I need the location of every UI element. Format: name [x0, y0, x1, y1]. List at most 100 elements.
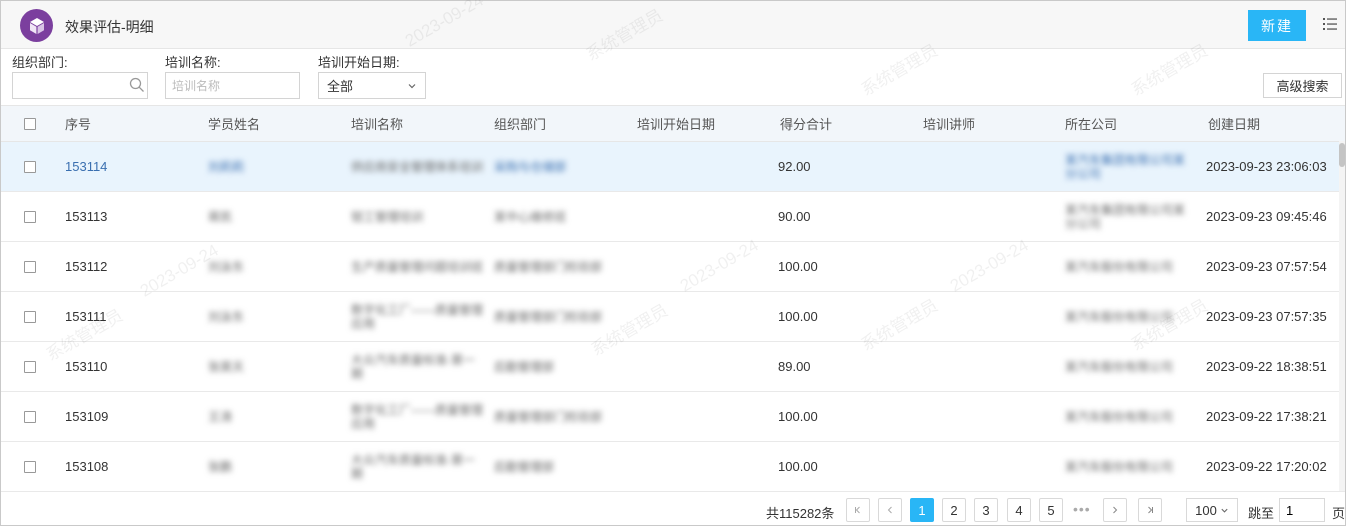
- row-company[interactable]: 某汽车集团有限公司某分公司: [1065, 153, 1193, 181]
- row-score: 100.00: [778, 459, 818, 474]
- column-header[interactable]: 所在公司: [1065, 106, 1117, 141]
- row-dept: 质量管理部门检验部: [494, 409, 603, 424]
- page-button-2[interactable]: 2: [942, 498, 966, 522]
- search-icon[interactable]: [129, 77, 145, 93]
- row-training: 供应商安全管理体系培训: [351, 159, 484, 174]
- table-header: 序号 学员姓名 培训名称 组织部门 培训开始日期 得分合计 培训讲师 所在公司 …: [1, 105, 1345, 142]
- list-menu-icon[interactable]: [1321, 15, 1339, 33]
- row-dept: 质量管理部门检验部: [494, 309, 603, 324]
- row-training: 生产质量管理问题培训班: [351, 259, 484, 274]
- row-created: 2023-09-23 23:06:03: [1206, 159, 1327, 174]
- row-score: 100.00: [778, 309, 818, 324]
- column-header[interactable]: 创建日期: [1208, 106, 1260, 141]
- row-dept[interactable]: 采购与仓储部: [494, 160, 566, 174]
- row-checkbox[interactable]: [24, 410, 36, 423]
- app-header: 效果评估-明细 新建: [1, 1, 1345, 49]
- row-created: 2023-09-22 17:38:21: [1206, 409, 1327, 424]
- row-id[interactable]: 153114: [65, 142, 107, 191]
- row-score: 92.00: [778, 159, 811, 174]
- row-created: 2023-09-22 17:20:02: [1206, 459, 1327, 474]
- chevron-left-icon: [887, 506, 892, 514]
- row-checkbox[interactable]: [24, 460, 36, 473]
- row-name: 刘泳东: [208, 309, 245, 324]
- row-company: 某汽车集团有限公司某分公司: [1065, 202, 1186, 231]
- column-header[interactable]: 组织部门: [494, 106, 546, 141]
- column-header[interactable]: 培训名称: [351, 106, 403, 141]
- date-filter-select[interactable]: 全部: [318, 72, 426, 99]
- row-name: 张昊天: [208, 359, 245, 374]
- training-filter-input[interactable]: [165, 72, 300, 99]
- row-training: 数字化工厂——质量管理应用: [351, 402, 484, 431]
- column-header[interactable]: 序号: [65, 106, 91, 141]
- row-company: 某汽车股份有限公司: [1065, 259, 1174, 274]
- column-header[interactable]: 得分合计: [780, 106, 832, 141]
- row-training: 钳工管理培训: [351, 209, 424, 224]
- jump-label: 跳至: [1248, 506, 1275, 521]
- pagination-ellipsis[interactable]: •••: [1073, 501, 1091, 517]
- row-score: 100.00: [778, 409, 818, 424]
- page-unit-label: 页: [1332, 506, 1346, 521]
- row-checkbox[interactable]: [24, 260, 36, 273]
- row-name: 王涛: [208, 409, 233, 424]
- column-header[interactable]: 培训开始日期: [637, 106, 715, 141]
- table-row[interactable]: 153108 张鹏 大众汽车质量标准-第一期 后勤管理部 100.00 某汽车股…: [1, 442, 1345, 492]
- page-size-select[interactable]: 100: [1186, 498, 1238, 522]
- chevron-down-icon: [1221, 508, 1228, 513]
- last-page-button[interactable]: [1138, 498, 1162, 522]
- table-row[interactable]: 153111 刘泳东 数字化工厂——质量管理应用 质量管理部门检验部 100.0…: [1, 292, 1345, 342]
- table-row[interactable]: 153112 刘泳东 生产质量管理问题培训班 质量管理部门检验部 100.00 …: [1, 242, 1345, 292]
- row-score: 89.00: [778, 359, 811, 374]
- cube-logo-icon: [20, 9, 53, 42]
- org-filter-input[interactable]: [12, 72, 148, 99]
- column-header[interactable]: 培训讲师: [923, 106, 975, 141]
- row-dept: 后勤管理部: [494, 459, 555, 474]
- table-row[interactable]: 153114 刘莉莉 供应商安全管理体系培训 采购与仓储部 92.00 某汽车集…: [1, 142, 1345, 192]
- row-name: 刘泳东: [208, 259, 245, 274]
- row-training: 大众汽车质量标准-第一期: [351, 452, 475, 481]
- table-row[interactable]: 153113 蒋凯 钳工管理培训 某中心维修班 90.00 某汽车集团有限公司某…: [1, 192, 1345, 242]
- page-button-1[interactable]: 1: [910, 498, 934, 522]
- first-page-icon: [855, 506, 860, 514]
- table-row[interactable]: 153110 张昊天 大众汽车质量标准-第一期 后勤管理部 89.00 某汽车股…: [1, 342, 1345, 392]
- org-filter-label: 组织部门:: [12, 55, 68, 70]
- row-dept: 质量管理部门检验部: [494, 259, 603, 274]
- row-checkbox[interactable]: [24, 210, 36, 223]
- row-dept: 某中心维修班: [494, 209, 567, 224]
- jump-page-input[interactable]: [1279, 498, 1325, 522]
- row-id: 153112: [65, 259, 108, 274]
- page-button-3[interactable]: 3: [974, 498, 998, 522]
- row-training: 数字化工厂——质量管理应用: [351, 302, 484, 331]
- training-filter-label: 培训名称:: [165, 55, 221, 70]
- chevron-right-icon: [1113, 506, 1118, 514]
- next-page-button[interactable]: [1103, 498, 1127, 522]
- page-size-value: 100: [1195, 502, 1217, 518]
- row-created: 2023-09-22 18:38:51: [1206, 359, 1327, 374]
- page-button-4[interactable]: 4: [1007, 498, 1031, 522]
- row-id: 153113: [65, 209, 108, 224]
- new-button[interactable]: 新建: [1248, 10, 1306, 41]
- row-score: 90.00: [778, 209, 811, 224]
- table-scrollbar[interactable]: [1339, 141, 1345, 491]
- select-all-checkbox[interactable]: [24, 117, 36, 130]
- first-page-button[interactable]: [846, 498, 870, 522]
- page-button-5[interactable]: 5: [1039, 498, 1063, 522]
- advanced-search-button[interactable]: 高级搜索: [1263, 73, 1342, 98]
- row-checkbox[interactable]: [24, 310, 36, 323]
- row-created: 2023-09-23 07:57:54: [1206, 259, 1327, 274]
- row-name[interactable]: 刘莉莉: [208, 160, 244, 174]
- row-checkbox[interactable]: [24, 360, 36, 373]
- scrollbar-thumb[interactable]: [1339, 143, 1345, 167]
- column-header[interactable]: 学员姓名: [208, 106, 260, 141]
- prev-page-button[interactable]: [878, 498, 902, 522]
- last-page-icon: [1148, 506, 1153, 514]
- row-id: 153111: [65, 309, 107, 324]
- table-row[interactable]: 153109 王涛 数字化工厂——质量管理应用 质量管理部门检验部 100.00…: [1, 392, 1345, 442]
- row-id: 153110: [65, 359, 108, 374]
- row-id: 153109: [65, 409, 109, 424]
- row-checkbox[interactable]: [24, 160, 36, 173]
- row-id: 153108: [65, 459, 109, 474]
- row-company: 某汽车股份有限公司: [1065, 309, 1174, 324]
- date-filter-value: 全部: [327, 79, 354, 94]
- row-score: 100.00: [778, 259, 818, 274]
- row-name: 蒋凯: [208, 209, 233, 224]
